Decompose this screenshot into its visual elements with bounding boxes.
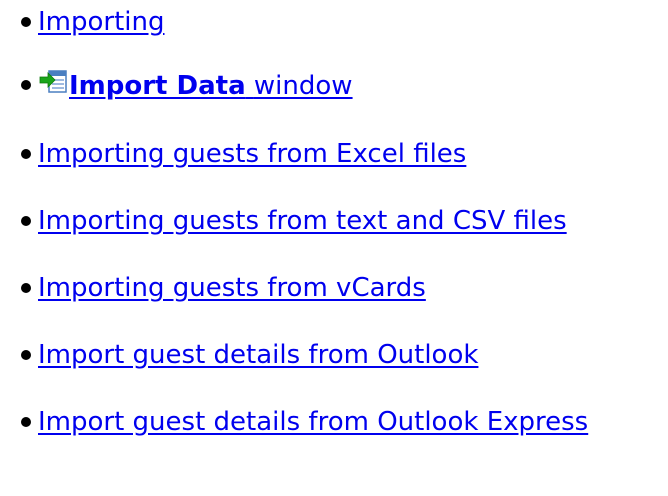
bullet: [21, 350, 31, 360]
link-importing-text-csv[interactable]: Importing guests from text and CSV files: [38, 205, 567, 237]
link-importing-excel[interactable]: Importing guests from Excel files: [38, 138, 466, 170]
link-importing-vcards[interactable]: Importing guests from vCards: [38, 272, 426, 304]
bullet: [21, 216, 31, 226]
link-import-outlook-express[interactable]: Import guest details from Outlook Expres…: [38, 406, 588, 438]
link-import-outlook[interactable]: Import guest details from Outlook: [38, 339, 478, 371]
link-importing[interactable]: Importing: [38, 6, 165, 38]
link-import-data-window[interactable]: Import Data window: [38, 68, 353, 102]
link-suffix: window: [253, 71, 353, 101]
bullet: [21, 80, 31, 90]
bullet: [21, 17, 31, 27]
bullet: [21, 283, 31, 293]
bullet: [21, 417, 31, 427]
link-bold-label: Import Data: [69, 71, 246, 101]
bullet: [21, 149, 31, 159]
import-data-icon: [38, 68, 68, 96]
